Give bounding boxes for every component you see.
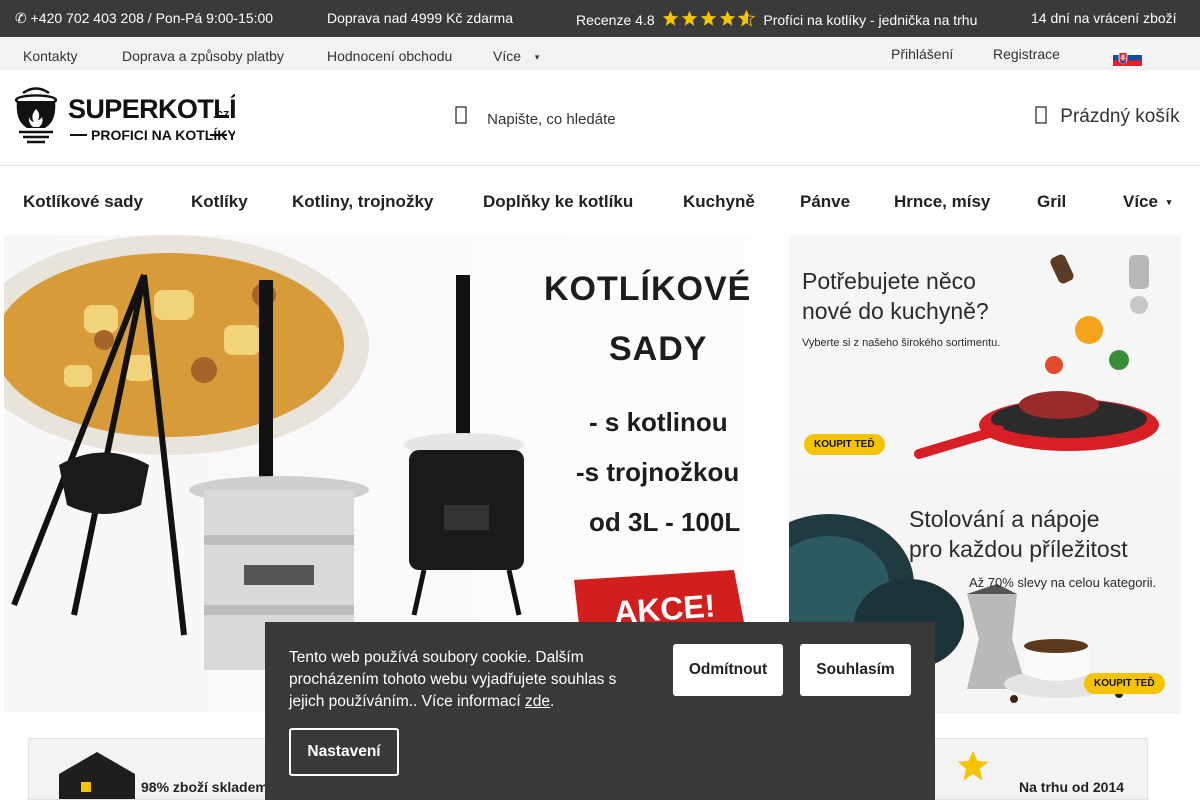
superkotlik-logo[interactable]: SUPERKOTLÍK .CZ PROFICI NA KOTLÍKY (10, 85, 235, 145)
cookie-decline-button[interactable]: Odmítnout (673, 644, 783, 696)
secondary-nav: Kontakty Doprava a způsoby platby Hodnoc… (0, 37, 1200, 70)
chevron-down-icon: ▾ (534, 52, 540, 62)
nav-doplnky[interactable]: Doplňky ke kotlíku (483, 192, 633, 212)
kitchen-buy-button[interactable]: KOUPIT TEĎ (804, 434, 885, 455)
more-label: Více (493, 48, 522, 64)
phone-info: ✆ +420 702 403 208 / Pon-Pá 9:00-15:00 (15, 10, 274, 26)
dining-sub: Až 70% slevy na celou kategorii. (969, 575, 1157, 590)
hero-line-1: KOTLÍKOVÉ (544, 270, 752, 308)
star-icon (700, 10, 716, 26)
logo-title: SUPERKOTLÍK (68, 93, 235, 124)
cart-icon (1035, 106, 1060, 127)
nav-gril[interactable]: Gril (1037, 192, 1066, 212)
chevron-down-icon: ▾ (1166, 197, 1172, 207)
cookie-accept-button[interactable]: Souhlasím (800, 644, 911, 696)
nav-more[interactable]: Více ▾ (1123, 192, 1171, 212)
hero-line-2: SADY (609, 330, 708, 368)
cookie-period: . (550, 693, 555, 710)
rating-stars (662, 9, 757, 30)
nav-more-label: Více (1123, 192, 1158, 211)
cookie-message: Tento web používá soubory cookie. Dalším… (289, 647, 639, 713)
logo-tld: .CZ (213, 110, 229, 121)
store-rating-link[interactable]: Hodnocení obchodu (327, 48, 452, 64)
login-link[interactable]: Přihlášení (891, 46, 953, 62)
reviews-tagline: Profíci na kotlíky - jednička na trhu (763, 12, 978, 28)
kitchen-line-1: Potřebujete něco (802, 268, 976, 294)
stock-benefit: 98% zboží skladem (141, 779, 268, 795)
site-header: SUPERKOTLÍK .CZ PROFICI NA KOTLÍKY Napiš… (0, 70, 1200, 166)
top-info-bar: ✆ +420 702 403 208 / Pon-Pá 9:00-15:00 D… (0, 0, 1200, 37)
nav-kotliny-trojnozky[interactable]: Kotliny, trojnožky (292, 192, 433, 212)
contacts-link[interactable]: Kontakty (23, 48, 77, 64)
cookie-text: Tento web používá soubory cookie. Dalším… (289, 649, 617, 710)
hero-line-5: od 3L - 100L (589, 507, 741, 537)
slovak-flag-icon[interactable] (1113, 49, 1142, 66)
nav-kotlikove-sady[interactable]: Kotlíkové sady (23, 192, 143, 212)
search-field[interactable]: Napište, co hledáte (455, 106, 616, 128)
search-icon (455, 106, 469, 128)
register-link[interactable]: Registrace (993, 46, 1060, 62)
dining-line-1: Stolování a nápoje (909, 506, 1100, 532)
nav-kotliky[interactable]: Kotlíky (191, 192, 248, 212)
returns-info: 14 dní na vrácení zboží (1031, 10, 1177, 26)
cookie-settings-button[interactable]: Nastavení (289, 728, 399, 776)
nav-panve[interactable]: Pánve (800, 192, 850, 212)
category-nav: Kotlíkové sady Kotlíky Kotliny, trojnožk… (0, 166, 1200, 236)
half-star-icon (737, 9, 755, 27)
kitchen-line-2: nové do kuchyně? (802, 298, 989, 324)
star-icon (719, 10, 735, 26)
reviews-info[interactable]: Recenze 4.8 Profíci na kotlíky - jedničk… (576, 9, 978, 30)
market-benefit: Na trhu od 2014 (1019, 779, 1125, 795)
cart-label: Prázdný košík (1060, 106, 1180, 127)
warehouse-icon (59, 752, 135, 799)
cookie-consent: Tento web používá soubory cookie. Dalším… (265, 622, 935, 800)
banner-kitchen[interactable]: Potřebujete něco nové do kuchyně? Vybert… (789, 235, 1181, 474)
nav-hrnce-misy[interactable]: Hrnce, mísy (894, 192, 990, 212)
free-shipping-info: Doprava nad 4999 Kč zdarma (327, 10, 513, 26)
dining-buy-button[interactable]: KOUPIT TEĎ (1084, 673, 1165, 694)
cart-button[interactable]: Prázdný košík (1035, 106, 1180, 128)
kitchen-sub: Vyberte si z našeho širokého sortimentu. (802, 337, 1001, 349)
nav-kuchyne[interactable]: Kuchyně (683, 192, 755, 212)
star-icon (662, 10, 678, 26)
more-menu[interactable]: Více ▾ (493, 48, 539, 64)
cookie-more-link[interactable]: zde (525, 693, 550, 710)
hero-line-4: -s trojnožkou (576, 457, 740, 487)
search-placeholder: Napište, co hledáte (487, 111, 616, 128)
star-icon (681, 10, 697, 26)
reviews-label: Recenze 4.8 (576, 12, 655, 28)
shipping-link[interactable]: Doprava a způsoby platby (122, 48, 284, 64)
dining-line-2: pro každou příležitost (909, 536, 1128, 562)
star-icon (957, 750, 989, 781)
hero-line-3: - s kotlinou (589, 407, 728, 437)
